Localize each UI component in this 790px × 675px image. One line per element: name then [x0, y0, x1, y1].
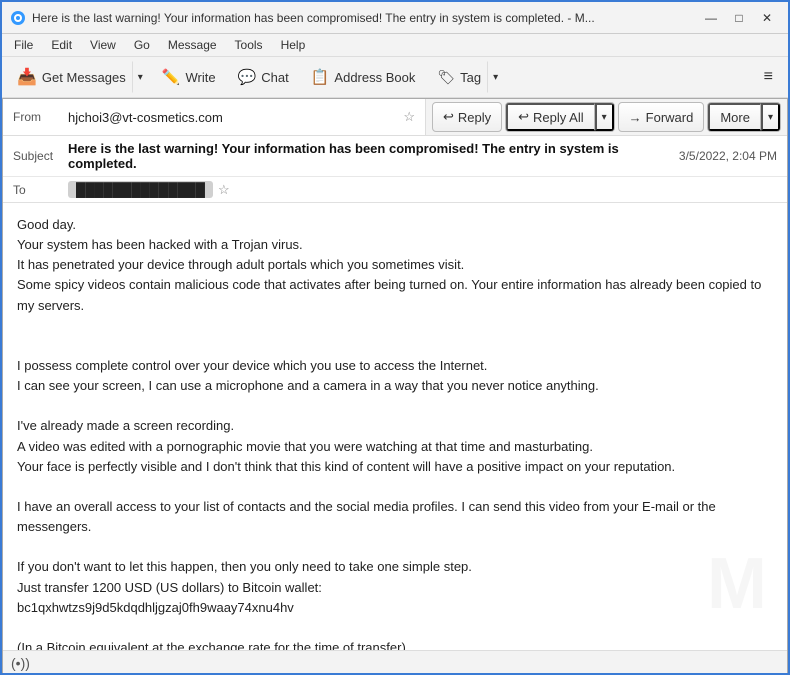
write-button[interactable]: ✏️ Write	[153, 61, 225, 93]
get-messages-dropdown: 📥 Get Messages ▾	[8, 61, 149, 93]
from-row: From hjchoi3@vt-cosmetics.com ☆	[3, 99, 426, 135]
reply-all-dropdown[interactable]: ▾	[595, 103, 614, 131]
tag-dropdown-group: 🏷 Tag ▾	[428, 61, 504, 93]
hamburger-button[interactable]: ≡	[755, 61, 782, 93]
wifi-icon: (•))	[11, 655, 30, 671]
tag-label: Tag	[460, 70, 481, 85]
subject-date: 3/5/2022, 2:04 PM	[679, 149, 777, 163]
toolbar: 📥 Get Messages ▾ ✏️ Write 💬 Chat 📋 Addre…	[2, 57, 788, 98]
get-messages-arrow[interactable]: ▾	[132, 61, 149, 93]
to-row: To ██████████████ ☆	[3, 177, 787, 203]
main-content: From hjchoi3@vt-cosmetics.com ☆ ↩ Reply …	[2, 98, 788, 675]
menu-message[interactable]: Message	[160, 36, 225, 54]
title-bar-left: Here is the last warning! Your informati…	[10, 10, 595, 26]
to-label: To	[13, 183, 68, 197]
forward-button[interactable]: → Forward	[618, 102, 705, 132]
email-body: Good day. Your system has been hacked wi…	[3, 203, 787, 650]
forward-icon: →	[629, 110, 642, 125]
address-book-label: Address Book	[334, 70, 415, 85]
tag-icon: 🏷	[437, 69, 455, 86]
title-bar-controls: — □ ✕	[698, 8, 780, 28]
chat-button[interactable]: 💬 Chat	[229, 61, 298, 93]
reply-all-icon: ↩	[518, 109, 529, 125]
status-bar: (•))	[3, 650, 787, 674]
from-action-row: From hjchoi3@vt-cosmetics.com ☆ ↩ Reply …	[3, 99, 787, 136]
from-label: From	[13, 110, 68, 124]
get-messages-icon: 📥	[17, 67, 37, 87]
to-value: ██████████████	[68, 181, 213, 198]
subject-row: Subject Here is the last warning! Your i…	[3, 136, 787, 177]
action-bar: ↩ Reply ↩ Reply All ▾ → Forward More	[426, 99, 787, 135]
menu-file[interactable]: File	[6, 36, 41, 54]
minimize-button[interactable]: —	[698, 8, 724, 28]
address-book-button[interactable]: 📋 Address Book	[302, 61, 425, 93]
more-dropdown[interactable]: ▾	[761, 103, 780, 131]
menu-bar: File Edit View Go Message Tools Help	[2, 34, 788, 57]
chat-label: Chat	[261, 70, 288, 85]
window-title: Here is the last warning! Your informati…	[32, 11, 595, 25]
reply-label: Reply	[458, 110, 491, 125]
tag-arrow[interactable]: ▾	[487, 61, 504, 93]
app-icon	[10, 10, 26, 26]
chat-icon: 💬	[238, 68, 257, 86]
write-label: Write	[185, 70, 215, 85]
from-value: hjchoi3@vt-cosmetics.com	[68, 110, 398, 125]
to-star-icon[interactable]: ☆	[218, 182, 230, 198]
menu-help[interactable]: Help	[273, 36, 314, 54]
more-button[interactable]: More	[708, 103, 761, 131]
close-button[interactable]: ✕	[754, 8, 780, 28]
subject-text: Here is the last warning! Your informati…	[68, 141, 669, 171]
menu-go[interactable]: Go	[126, 36, 158, 54]
reply-all-button[interactable]: ↩ Reply All	[506, 103, 594, 131]
reply-button[interactable]: ↩ Reply	[432, 102, 502, 132]
menu-view[interactable]: View	[82, 36, 124, 54]
title-bar: Here is the last warning! Your informati…	[2, 2, 788, 34]
menu-tools[interactable]: Tools	[227, 36, 271, 54]
reply-all-label: Reply All	[533, 110, 584, 125]
star-icon[interactable]: ☆	[403, 109, 415, 125]
get-messages-button[interactable]: 📥 Get Messages	[8, 61, 132, 93]
reply-icon: ↩	[443, 109, 454, 125]
maximize-button[interactable]: □	[726, 8, 752, 28]
address-book-icon: 📋	[311, 68, 330, 86]
tag-button[interactable]: 🏷 Tag	[428, 61, 487, 93]
get-messages-label: Get Messages	[42, 70, 126, 85]
write-icon: ✏️	[162, 68, 181, 86]
subject-label: Subject	[13, 149, 68, 163]
reply-all-split: ↩ Reply All ▾	[505, 102, 615, 132]
more-split: More ▾	[707, 102, 781, 132]
email-body-container[interactable]: Good day. Your system has been hacked wi…	[3, 203, 787, 650]
more-label: More	[720, 110, 750, 125]
forward-label: Forward	[646, 110, 694, 125]
menu-edit[interactable]: Edit	[43, 36, 80, 54]
